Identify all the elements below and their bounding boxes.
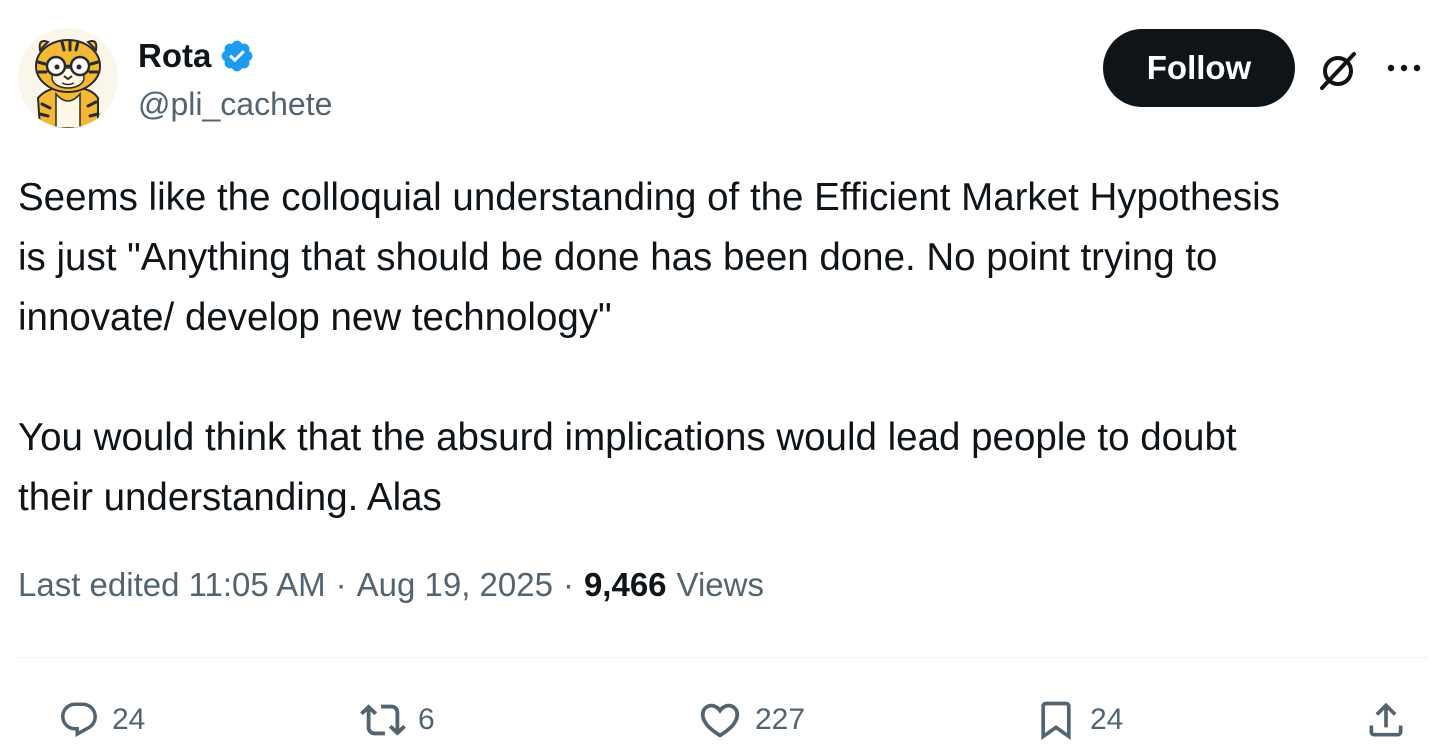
like-button[interactable]: 227 [697,696,805,744]
heart-icon [700,703,740,738]
tweet-text: Seems like the colloquial understanding … [18,176,1280,519]
author-name-row[interactable]: Rota [138,36,255,76]
author-handle[interactable]: @pli_cachete [138,86,332,123]
share-button[interactable] [1364,696,1408,744]
display-name[interactable]: Rota [138,37,211,75]
tiger-avatar-icon [18,28,118,128]
tweet-date-link[interactable]: Aug 19, 2025 [357,566,553,604]
repost-button[interactable]: 6 [360,696,435,744]
bookmark-icon [1041,701,1071,741]
bookmark-button[interactable]: 24 [1034,696,1123,744]
share-icon [1369,702,1403,737]
repost-icon [360,704,406,736]
views-count: 9,466 [583,566,667,603]
bookmark-count: 24 [1090,703,1124,736]
divider [18,657,1428,658]
meta-separator: · [335,566,347,603]
reply-button[interactable]: 24 [58,696,145,744]
grok-icon[interactable] [1316,48,1360,92]
like-count: 227 [755,703,806,736]
repost-count: 6 [418,703,435,736]
avatar[interactable] [18,28,118,128]
views-label: Views [676,566,764,603]
more-horizontal-icon[interactable] [1384,56,1424,80]
edited-time-link[interactable]: Last edited 11:05 AM [18,566,326,604]
verified-badge-icon[interactable] [219,38,255,74]
reply-count: 24 [112,703,146,736]
tweet-meta: Last edited 11:05 AM · Aug 19, 2025 · 9,… [18,566,764,604]
tweet-card: Rota @pli_cachete Follow Seems like the … [0,0,1456,755]
follow-button[interactable]: Follow [1103,29,1295,107]
reply-icon [61,702,97,737]
meta-separator: · [562,566,574,603]
